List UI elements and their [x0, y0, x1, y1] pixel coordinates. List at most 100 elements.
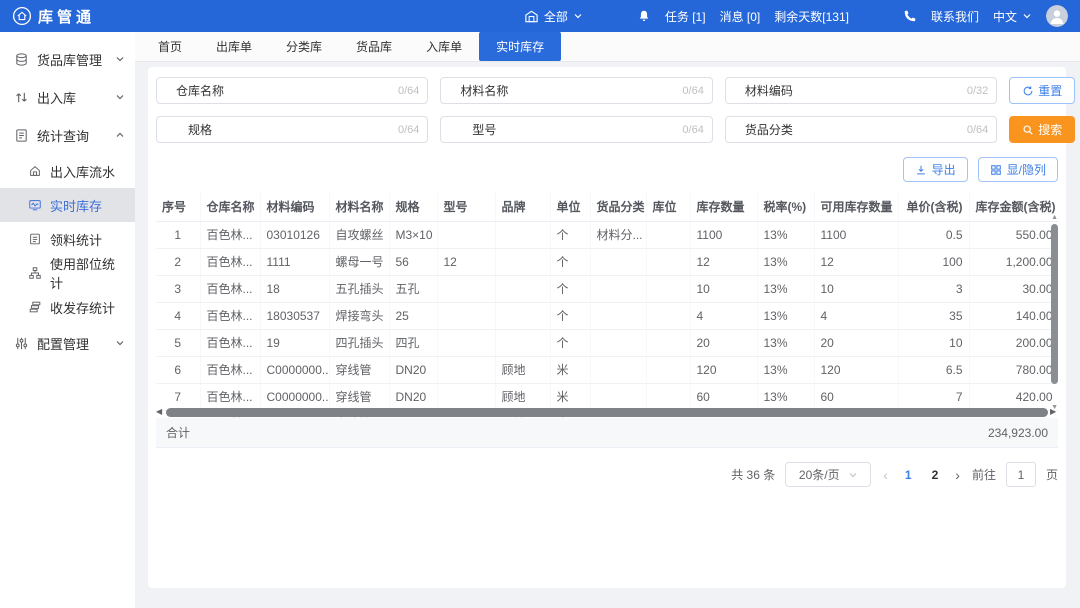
sidebar-item-picking-stats[interactable]: 领料统计	[0, 222, 135, 256]
language-selector[interactable]: 中文	[993, 8, 1032, 25]
cell-amount: 140.00	[969, 302, 1058, 329]
spec-input[interactable]	[243, 117, 398, 142]
tab-home[interactable]: 首页	[141, 32, 199, 61]
cell-amount: 550.00	[969, 221, 1058, 248]
summary-label: 合计	[166, 424, 190, 441]
goto-page-input[interactable]	[1006, 462, 1036, 487]
sidebar-item-config-management[interactable]: 配置管理	[0, 324, 135, 362]
contact-us-link[interactable]: 联系我们	[931, 8, 979, 25]
show-hide-columns-button[interactable]: 显/隐列	[978, 157, 1058, 182]
sidebar-item-usage-location-stats[interactable]: 使用部位统计	[0, 256, 135, 290]
sidebar-item-in-out[interactable]: 出入库	[0, 78, 135, 116]
cell-amount: 780.00	[969, 356, 1058, 383]
cell-unit-price: 10	[898, 329, 969, 356]
sidebar-item-goods-management[interactable]: 货品库管理	[0, 40, 135, 78]
table-row[interactable]: 6 百色林... C0000000... 穿线管 DN20 顾地 米 12	[156, 356, 1058, 383]
scroll-left-arrow-icon[interactable]: ◀	[156, 406, 164, 418]
cell-spec: DN20	[389, 356, 437, 383]
material-name-input[interactable]	[527, 78, 682, 103]
cell-material-name: 螺母一号	[329, 248, 389, 275]
spec-field[interactable]: 规格 0/64	[156, 116, 428, 143]
sidebar-item-label: 实时库存	[50, 196, 102, 215]
cell-available-qty: 1100	[814, 221, 898, 248]
search-icon	[1022, 124, 1034, 136]
cell-stock-qty: 10	[690, 275, 757, 302]
sidebar-item-send-receive-stats[interactable]: 收发存统计	[0, 290, 135, 324]
table-row[interactable]: 3 百色林... 18 五孔插头 五孔 个 10	[156, 275, 1058, 302]
prev-page-button[interactable]: ‹	[881, 467, 890, 483]
cell-index: 3	[156, 275, 200, 302]
column-header: 品牌	[495, 192, 550, 221]
horizontal-scrollbar[interactable]: ◀ ▶	[156, 406, 1058, 418]
goods-category-field[interactable]: 货品分类 0/64	[725, 116, 997, 143]
cell-index: 6	[156, 356, 200, 383]
tab-inbound-order[interactable]: 入库单	[409, 32, 479, 61]
language-label: 中文	[993, 8, 1017, 25]
column-header: 库位	[646, 192, 690, 221]
cell-brand	[495, 248, 550, 275]
vertical-scrollbar[interactable]	[1051, 224, 1058, 384]
scroll-up-arrow-icon[interactable]: ▲	[1051, 214, 1058, 221]
table-row[interactable]: 4 百色林... 18030537 焊接弯头 25 个 4	[156, 302, 1058, 329]
warehouse-scope-selector[interactable]: 全部	[524, 8, 583, 25]
download-icon	[915, 164, 927, 176]
page-number-1[interactable]: 1	[900, 468, 917, 482]
page-number-2[interactable]: 2	[927, 468, 944, 482]
total-count-label: 共 36 条	[731, 466, 775, 483]
tab-realtime-inventory[interactable]: 实时库存	[479, 32, 561, 61]
pagination: 共 36 条 20条/页 ‹ 1 2 › 前往 页	[156, 462, 1058, 487]
char-counter: 0/64	[682, 124, 711, 136]
table-row[interactable]: 2 百色林... 1111 螺母一号 56 12 个 12	[156, 248, 1058, 275]
cell-model: 12	[437, 248, 495, 275]
user-avatar[interactable]	[1046, 5, 1068, 27]
warehouse-name-field[interactable]: 仓库名称 0/64	[156, 77, 428, 104]
cell-category: 材料分...	[590, 221, 646, 248]
field-label: 材料编码	[726, 82, 812, 99]
goods-category-input[interactable]	[812, 117, 967, 142]
sidebar-item-statistics[interactable]: 统计查询	[0, 116, 135, 154]
chevron-up-icon	[115, 130, 125, 140]
model-input[interactable]	[527, 117, 682, 142]
export-label: 导出	[932, 161, 956, 178]
content-panel: 仓库名称 0/64 材料名称 0/64 材料编码 0/32	[148, 67, 1066, 588]
material-name-field[interactable]: 材料名称 0/64	[440, 77, 712, 104]
sidebar-item-realtime-inventory[interactable]: 实时库存	[0, 188, 135, 222]
sidebar-item-inout-flow[interactable]: 出入库流水	[0, 154, 135, 188]
table-row[interactable]: 1 百色林... 03010126 自攻螺丝 M3×10 个 材料分...	[156, 221, 1058, 248]
tab-outbound-order[interactable]: 出库单	[199, 32, 269, 61]
bell-icon[interactable]	[637, 9, 651, 23]
column-header: 仓库名称	[200, 192, 260, 221]
phone-icon	[903, 9, 917, 23]
search-button[interactable]: 搜索	[1009, 116, 1075, 143]
model-field[interactable]: 型号 0/64	[440, 116, 712, 143]
cell-available-qty: 12	[814, 248, 898, 275]
scroll-right-arrow-icon[interactable]: ▶	[1050, 406, 1058, 418]
next-page-button[interactable]: ›	[953, 467, 962, 483]
warehouse-icon	[524, 9, 539, 24]
app-logo: 库管通	[12, 6, 95, 27]
table-row[interactable]: 5 百色林... 19 四孔插头 四孔 个 20	[156, 329, 1058, 356]
cell-location	[646, 221, 690, 248]
cell-warehouse: 百色林...	[200, 356, 260, 383]
cell-index: 4	[156, 302, 200, 329]
tab-category-library[interactable]: 分类库	[269, 32, 339, 61]
horizontal-scroll-thumb[interactable]	[166, 408, 1048, 417]
material-code-field[interactable]: 材料编码 0/32	[725, 77, 997, 104]
column-header: 单价(含税)	[898, 192, 969, 221]
page-size-select[interactable]: 20条/页	[785, 462, 871, 487]
logo-house-icon	[12, 6, 32, 26]
material-code-input[interactable]	[812, 78, 967, 103]
cell-location	[646, 329, 690, 356]
messages-link[interactable]: 消息 [0]	[720, 8, 761, 25]
chevron-down-icon	[1022, 11, 1032, 21]
reset-button[interactable]: 重置	[1009, 77, 1075, 104]
tasks-link[interactable]: 任务 [1]	[665, 8, 706, 25]
warehouse-name-input[interactable]	[243, 78, 398, 103]
cell-stock-qty: 12	[690, 248, 757, 275]
cell-category	[590, 275, 646, 302]
export-button[interactable]: 导出	[903, 157, 968, 182]
cell-warehouse: 百色林...	[200, 221, 260, 248]
cell-material-code: 03010126	[260, 221, 329, 248]
tab-goods-library[interactable]: 货品库	[339, 32, 409, 61]
cell-brand	[495, 302, 550, 329]
